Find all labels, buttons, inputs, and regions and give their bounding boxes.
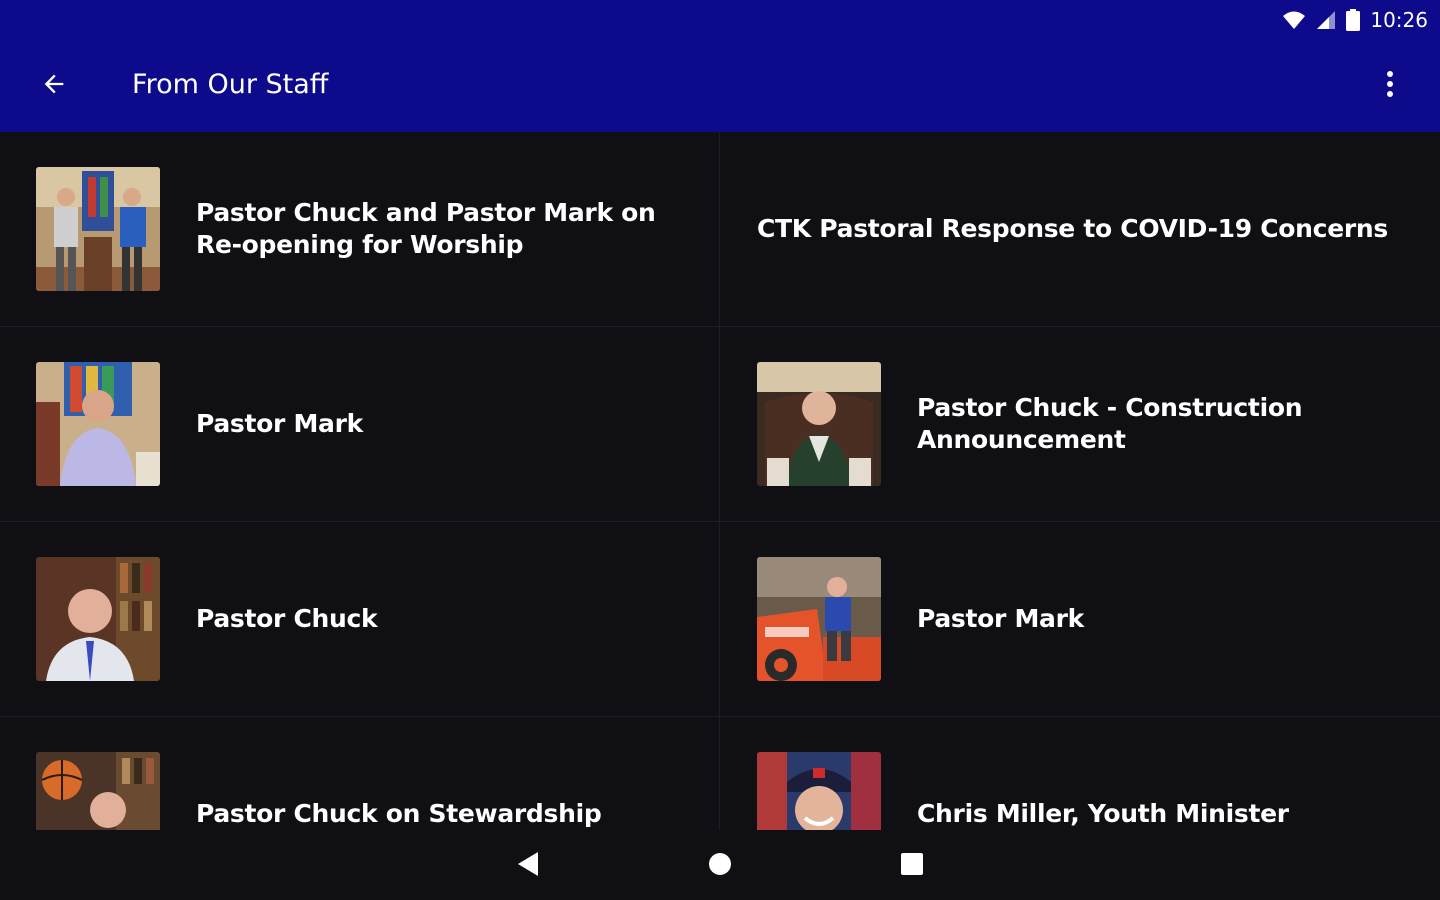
item-title: Pastor Chuck and Pastor Mark on Re-openi… (196, 198, 656, 259)
more-vertical-icon (1386, 70, 1394, 103)
status-clock: 10:26 (1370, 8, 1428, 32)
thumbnail-image (757, 557, 881, 681)
nav-recents-button[interactable] (892, 846, 932, 886)
nav-home-button[interactable] (700, 846, 740, 886)
list-item[interactable]: Pastor Chuck on Stewardship (0, 717, 720, 830)
list-item[interactable]: Pastor Chuck - Construction Announcement (721, 327, 1440, 521)
list-item[interactable]: Chris Miller, Youth Minister (721, 717, 1440, 830)
app-bar: From Our Staff (0, 40, 1440, 132)
wifi-icon (1282, 10, 1306, 30)
thumbnail-image (36, 362, 160, 486)
back-button[interactable] (28, 60, 80, 112)
status-icons: 10:26 (1282, 8, 1428, 32)
system-navigation-bar (0, 830, 1440, 900)
thumbnail-image (757, 752, 881, 830)
list-item[interactable]: CTK Pastoral Response to COVID-19 Concer… (721, 132, 1440, 326)
nav-back-button[interactable] (508, 846, 548, 886)
thumbnail-image (757, 362, 881, 486)
list-item[interactable]: Pastor Chuck and Pastor Mark on Re-openi… (0, 132, 720, 326)
grid-row: Pastor Mark Pastor Chuck - Construction … (0, 327, 1440, 522)
arrow-back-icon (40, 70, 68, 103)
grid-row: Pastor Chuck Pastor Mark (0, 522, 1440, 717)
status-bar: 10:26 (0, 0, 1440, 40)
thumbnail-image (36, 752, 160, 830)
item-title: CTK Pastoral Response to COVID-19 Concer… (757, 214, 1388, 243)
staff-video-grid: Pastor Chuck and Pastor Mark on Re-openi… (0, 132, 1440, 830)
page-title: From Our Staff (132, 69, 329, 100)
thumbnail-image (36, 167, 160, 291)
nav-home-circle-icon (708, 852, 732, 881)
grid-row: Pastor Chuck on Stewardship Chris Miller… (0, 717, 1440, 830)
item-title: Pastor Mark (196, 409, 363, 438)
item-title: Pastor Chuck - Construction Announcement (917, 393, 1303, 454)
list-item[interactable]: Pastor Mark (721, 522, 1440, 716)
more-options-button[interactable] (1364, 60, 1416, 112)
list-item[interactable]: Pastor Chuck (0, 522, 720, 716)
item-title: Pastor Mark (917, 604, 1084, 633)
grid-row: Pastor Chuck and Pastor Mark on Re-openi… (0, 132, 1440, 327)
item-title: Pastor Chuck (196, 604, 378, 633)
nav-back-triangle-icon (516, 851, 540, 882)
thumbnail-image (36, 557, 160, 681)
cellular-signal-icon (1316, 10, 1336, 30)
battery-icon (1346, 9, 1361, 31)
nav-recents-square-icon (900, 852, 924, 881)
content-list[interactable]: Pastor Chuck and Pastor Mark on Re-openi… (0, 132, 1440, 830)
item-title: Pastor Chuck on Stewardship (196, 799, 602, 828)
item-title: Chris Miller, Youth Minister (917, 799, 1289, 828)
list-item[interactable]: Pastor Mark (0, 327, 720, 521)
